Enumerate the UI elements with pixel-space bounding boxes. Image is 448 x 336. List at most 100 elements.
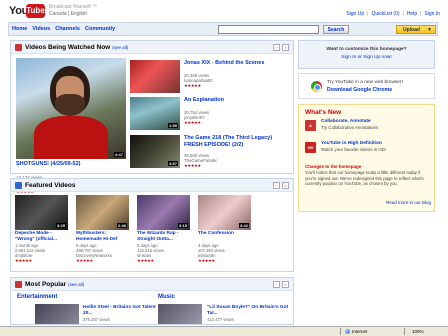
annotation-icon: A xyxy=(305,120,316,131)
chrome-icon xyxy=(311,81,322,92)
video-thumbnail[interactable]: 3:15 xyxy=(137,195,190,230)
list-item: A Collaborate, Annotate Try Collaborativ… xyxy=(305,119,433,137)
whats-new-box: What's New A Collaborate, Annotate Try C… xyxy=(298,104,435,212)
video-thumbnail[interactable] xyxy=(158,304,202,324)
video-title[interactable]: Mythbusters: Homemade Hi-Def xyxy=(76,231,129,243)
tagline: Broadcast Yourself ™ xyxy=(49,4,98,10)
sign-in-link[interactable]: Sign In or Sign Up now! xyxy=(299,55,434,60)
video-thumbnail[interactable] xyxy=(35,304,79,324)
duration-badge: 4:47 xyxy=(113,152,124,157)
video-thumbnail[interactable]: 1:59 xyxy=(130,97,180,130)
collapse-icon[interactable]: − xyxy=(273,44,280,51)
youtube-homepage: You Tube Broadcast Yourself ™ Canada | E… xyxy=(0,0,448,336)
list-item: 3:25 Depeche Mode - "Wrong" (official...… xyxy=(15,195,68,264)
customize-homepage-box: Want to customize this homepage? Sign In… xyxy=(298,40,435,69)
rating-stars: ★★★★★ xyxy=(137,258,154,263)
module-header: Most Popular (see all) − × xyxy=(11,278,293,291)
module-header: Videos Being Watched Now (see all) − × xyxy=(11,41,293,54)
see-all-link[interactable]: (see all) xyxy=(68,282,84,287)
rating-stars: ★★★★★ xyxy=(184,120,201,125)
category-music[interactable]: Music xyxy=(158,294,175,300)
upload-button[interactable]: Upload ▼ xyxy=(396,25,436,34)
video-thumbnail[interactable] xyxy=(130,60,180,93)
chrome-promo: Try YouTube in a new web browser! Downlo… xyxy=(298,73,435,99)
module-header: Featured Videos − × xyxy=(11,179,293,192)
whats-new-link[interactable]: Collaborate, Annotate xyxy=(321,119,371,124)
list-item: 3:15 The Wizards Rap - Straight Outta...… xyxy=(137,195,190,264)
video-thumbnail[interactable]: 3:42 xyxy=(198,195,251,230)
view-count: 375,287 views xyxy=(83,317,110,322)
whats-new-link[interactable]: YouTube in High Definition xyxy=(321,141,382,146)
tab-community[interactable]: Community xyxy=(85,26,115,32)
whats-new-title: What's New xyxy=(305,109,342,116)
close-icon[interactable]: × xyxy=(282,281,289,288)
module-title: Featured Videos xyxy=(25,182,76,189)
read-more-link[interactable]: Read more in our Blog xyxy=(386,200,431,205)
tab-videos[interactable]: Videos xyxy=(32,26,50,32)
search-button[interactable]: Search xyxy=(323,25,349,34)
video-thumbnail[interactable]: 2:46 xyxy=(76,195,129,230)
browser-status-bar: Internet 100% xyxy=(0,326,448,336)
featured-video-thumbnail[interactable]: 4:47 xyxy=(16,58,126,159)
chevron-down-icon: ▼ xyxy=(427,27,432,33)
view-count: 412,477 views xyxy=(207,317,234,322)
account-links: Sign Up | QuickList (0) | Help | Sign In xyxy=(346,11,440,17)
main-nav: Home Videos Channels Community Search Up… xyxy=(8,22,438,36)
video-title[interactable]: The Game 218 (The Third Legacy) FRESH EP… xyxy=(184,135,290,148)
upload-label: Upload xyxy=(403,27,420,33)
video-title[interactable]: Jonas XIX - Behind the Scenes xyxy=(184,60,290,67)
see-all-link[interactable]: (see all) xyxy=(112,45,128,50)
module-title: Most Popular (see all) xyxy=(25,281,85,288)
duration-badge: 3:15 xyxy=(177,223,188,228)
video-thumbnail[interactable]: 3:25 xyxy=(15,195,68,230)
video-title[interactable]: Hollie Steel - Britains Got Talent 20... xyxy=(83,305,165,316)
changes-title: Changes to the homepage xyxy=(305,164,362,169)
videos-being-watched-module: Videos Being Watched Now (see all) − × 4:… xyxy=(10,40,294,194)
quicklist-link[interactable]: QuickList (0) xyxy=(371,11,399,17)
close-icon[interactable]: × xyxy=(282,44,289,51)
zoom-level[interactable]: 100% xyxy=(412,329,424,334)
globe-icon xyxy=(345,329,350,334)
search-input[interactable] xyxy=(218,25,319,34)
duration-badge: 4:57 xyxy=(167,161,178,166)
duration-badge: 2:46 xyxy=(116,223,127,228)
rating-stars: ★★★★★ xyxy=(198,258,215,263)
logo-tube: Tube xyxy=(26,4,45,18)
close-icon[interactable]: × xyxy=(282,182,289,189)
video-thumbnail[interactable]: 4:57 xyxy=(130,135,180,168)
video-title[interactable]: Depeche Mode - "Wrong" (official... xyxy=(15,231,68,243)
tab-channels[interactable]: Channels xyxy=(55,26,80,32)
download-chrome-link[interactable]: Download Google Chrome xyxy=(327,87,392,93)
category-entertainment[interactable]: Entertainment xyxy=(17,294,57,300)
duration-badge: 3:25 xyxy=(55,223,66,228)
video-title[interactable]: The Wizards Rap - Straight Outta... xyxy=(137,231,190,243)
customize-question: Want to customize this homepage? xyxy=(326,47,407,52)
rating-stars: ★★★★★ xyxy=(76,258,93,263)
popular-icon xyxy=(15,281,22,288)
video-title[interactable]: An Explanation xyxy=(184,97,290,104)
list-item: 2:46 Mythbusters: Homemade Hi-Def 5 days… xyxy=(76,195,129,264)
duration-badge: 1:59 xyxy=(167,123,178,128)
collapse-icon[interactable]: − xyxy=(273,182,280,189)
homepage-changes: Changes to the homepage You'll notice th… xyxy=(305,164,431,205)
list-item: Jonas XIX - Behind the Scenes 20,468 vie… xyxy=(130,60,290,94)
whats-new-desc: Watch your favorite videos in HD! xyxy=(321,147,386,152)
sign-in-link[interactable]: Sign In xyxy=(424,11,440,17)
separator: | xyxy=(402,11,404,17)
tab-home[interactable]: Home xyxy=(12,26,27,32)
watching-icon xyxy=(15,44,22,51)
security-zone: Internet xyxy=(345,329,367,334)
whats-new-desc: Try Collaborative Annotations xyxy=(321,125,379,130)
collapse-icon[interactable]: − xyxy=(273,281,280,288)
video-title[interactable]: The Confession xyxy=(198,231,251,243)
sign-up-link[interactable]: Sign Up xyxy=(346,11,364,17)
video-title[interactable]: "Lil Susan Boyle?" On Britain's Got Tal.… xyxy=(207,305,289,316)
youtube-logo[interactable]: You Tube xyxy=(9,4,45,18)
chrome-promo-text: Try YouTube in a new web browser! xyxy=(327,80,403,85)
help-link[interactable]: Help xyxy=(407,11,417,17)
changes-body: You'll notice that our homepage looks a … xyxy=(305,170,424,186)
most-popular-module: Most Popular (see all) − × Entertainment … xyxy=(10,277,294,325)
featured-video-title[interactable]: SHOTGUNS! (4/25/09-52) xyxy=(16,161,81,167)
locale-selector[interactable]: Canada | English xyxy=(49,11,87,17)
list-item: 4:57 The Game 218 (The Third Legacy) FRE… xyxy=(130,135,290,169)
